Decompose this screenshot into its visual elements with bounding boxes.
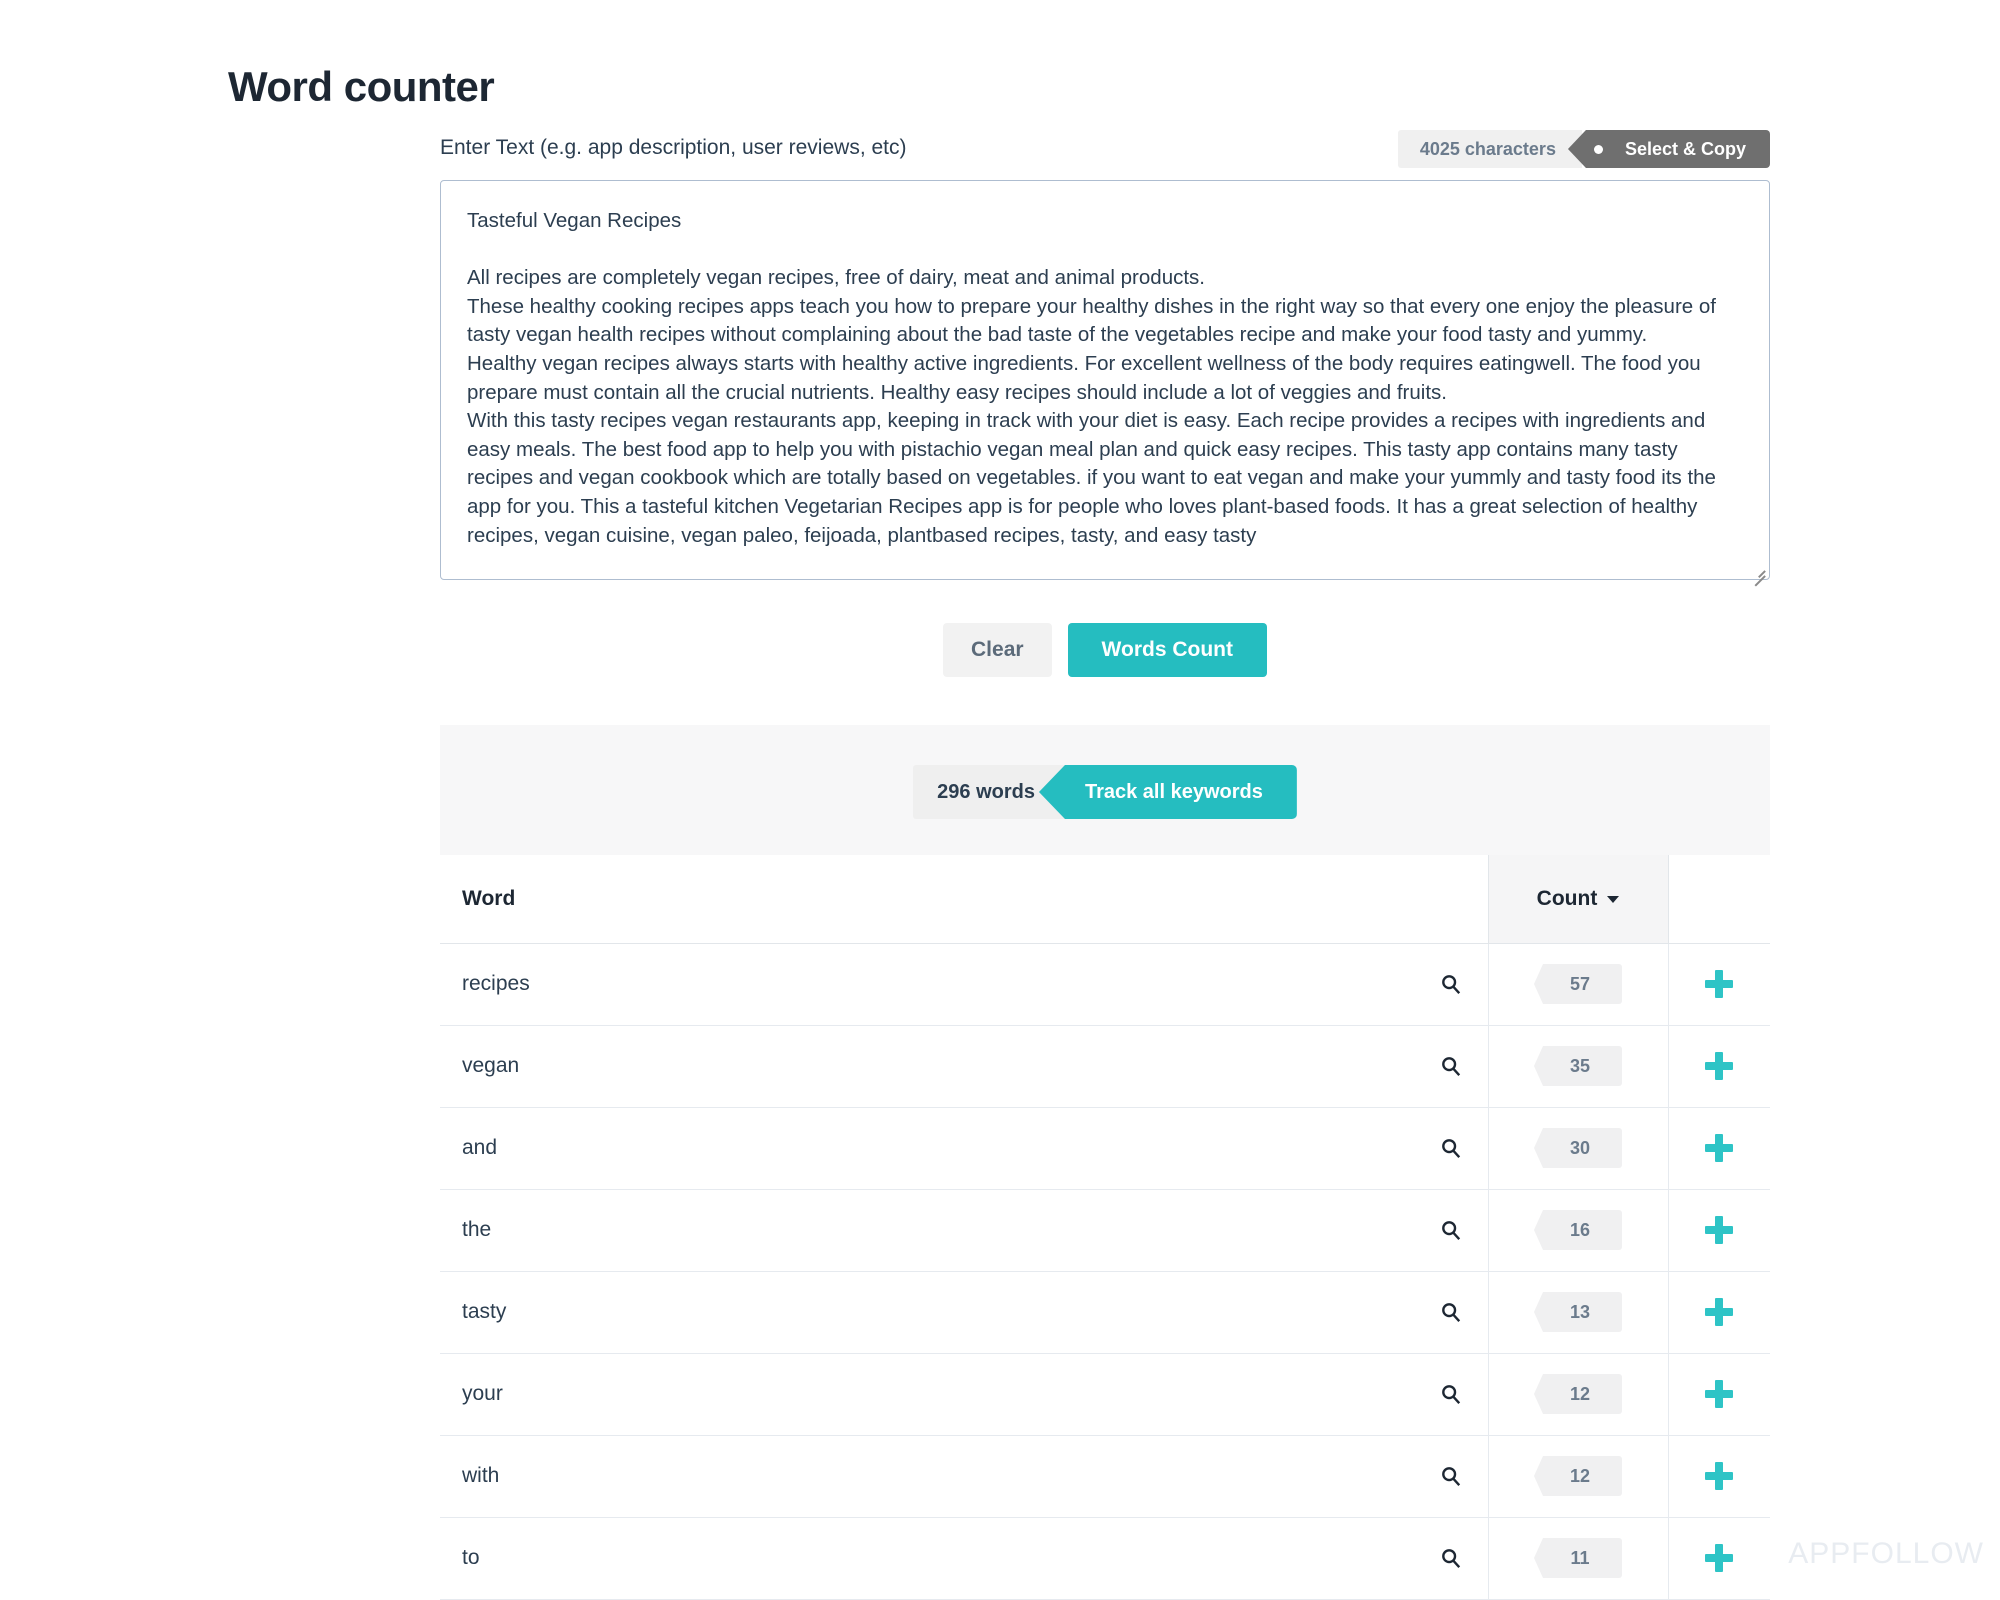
count-badge: 16: [1534, 1210, 1622, 1250]
word-text: tasty: [462, 1300, 507, 1323]
copy-control-group: 4025 characters Select & Copy: [1397, 130, 1770, 168]
word-cell: with: [440, 1435, 1488, 1518]
table-row: with 12: [440, 1435, 1770, 1518]
table-header-row: Word Count: [440, 855, 1770, 944]
select-and-copy-label: Select & Copy: [1624, 138, 1746, 159]
word-text: vegan: [462, 1054, 520, 1077]
plus-icon[interactable]: [1705, 970, 1733, 998]
plus-icon[interactable]: [1705, 1216, 1733, 1244]
count-badge: 12: [1534, 1374, 1622, 1414]
count-cell: 12: [1487, 1435, 1669, 1518]
word-cell: vegan: [440, 1025, 1488, 1108]
column-header-add: [1668, 855, 1770, 944]
word-text: the: [462, 1218, 492, 1241]
word-text: to: [462, 1546, 480, 1569]
add-cell: [1668, 1189, 1770, 1272]
word-text: your: [462, 1382, 503, 1405]
table-row: to 11: [440, 1517, 1770, 1600]
plus-icon[interactable]: [1705, 1134, 1733, 1162]
add-cell: [1668, 943, 1770, 1026]
input-header-row: Enter Text (e.g. app description, user r…: [440, 130, 1770, 174]
count-cell: 57: [1487, 943, 1669, 1026]
bullet-dot-icon: [1593, 144, 1603, 154]
search-icon[interactable]: [1440, 1055, 1462, 1077]
word-counter-tool: Enter Text (e.g. app description, user r…: [440, 130, 1770, 1600]
add-cell: [1668, 1353, 1770, 1436]
search-icon[interactable]: [1440, 1465, 1462, 1487]
add-cell: [1668, 1107, 1770, 1190]
table-row: your 12: [440, 1353, 1770, 1436]
word-cell: to: [440, 1517, 1488, 1600]
word-text: with: [462, 1464, 500, 1487]
column-header-count[interactable]: Count: [1487, 855, 1669, 944]
table-row: recipes 57: [440, 943, 1770, 1026]
count-badge: 11: [1534, 1538, 1622, 1578]
add-cell: [1668, 1517, 1770, 1600]
table-header: Word Count: [440, 855, 1770, 944]
table-body: recipes 57 vegan 35 and 30 the 16 tasty 13 your 12 w…: [440, 943, 1770, 1600]
word-cell: your: [440, 1353, 1488, 1436]
word-text: and: [462, 1136, 498, 1159]
add-cell: [1668, 1271, 1770, 1354]
word-frequency-table: Word Count recipes 57 vegan 35 and 30 the 16 tas…: [440, 855, 1770, 1600]
count-badge: 12: [1534, 1456, 1622, 1496]
count-cell: 16: [1487, 1189, 1669, 1272]
count-cell: 13: [1487, 1271, 1669, 1354]
plus-icon[interactable]: [1705, 1544, 1733, 1572]
table-row: tasty 13: [440, 1271, 1770, 1354]
count-cell: 30: [1487, 1107, 1669, 1190]
column-header-count-label: Count: [1536, 886, 1598, 910]
plus-icon[interactable]: [1705, 1052, 1733, 1080]
track-all-keywords-button[interactable]: Track all keywords: [1038, 765, 1297, 819]
plus-icon[interactable]: [1705, 1298, 1733, 1326]
plus-icon[interactable]: [1705, 1380, 1733, 1408]
character-count-badge: 4025 characters: [1397, 130, 1582, 168]
table-row: vegan 35: [440, 1025, 1770, 1108]
word-cell: the: [440, 1189, 1488, 1272]
count-cell: 12: [1487, 1353, 1669, 1436]
word-cell: recipes: [440, 943, 1488, 1026]
count-badge: 57: [1534, 964, 1622, 1004]
text-input[interactable]: [440, 180, 1770, 580]
clear-button[interactable]: Clear: [943, 623, 1052, 677]
column-header-word: Word: [440, 855, 1488, 944]
count-cell: 11: [1487, 1517, 1669, 1600]
word-cell: and: [440, 1107, 1488, 1190]
results-summary-panel: 296 words Track all keywords: [440, 725, 1770, 855]
table-row: the 16: [440, 1189, 1770, 1272]
plus-icon[interactable]: [1705, 1462, 1733, 1490]
text-input-wrapper: [440, 180, 1770, 587]
search-icon[interactable]: [1440, 1383, 1462, 1405]
search-icon[interactable]: [1440, 1219, 1462, 1241]
chevron-down-icon: [1607, 895, 1620, 903]
page-title: Word counter: [228, 63, 495, 111]
appfollow-watermark: APPFOLLOW: [1788, 1537, 1984, 1570]
add-cell: [1668, 1435, 1770, 1518]
search-icon[interactable]: [1440, 1301, 1462, 1323]
word-text: recipes: [462, 972, 530, 995]
words-count-button[interactable]: Words Count: [1067, 623, 1267, 677]
input-label: Enter Text (e.g. app description, user r…: [440, 136, 907, 159]
action-buttons: Clear Words Count: [440, 623, 1770, 677]
add-cell: [1668, 1025, 1770, 1108]
track-control-group: 296 words Track all keywords: [913, 765, 1297, 819]
count-cell: 35: [1487, 1025, 1669, 1108]
search-icon[interactable]: [1440, 1547, 1462, 1569]
count-badge: 13: [1534, 1292, 1622, 1332]
count-badge: 35: [1534, 1046, 1622, 1086]
select-and-copy-button[interactable]: Select & Copy: [1567, 130, 1770, 168]
count-badge: 30: [1534, 1128, 1622, 1168]
table-row: and 30: [440, 1107, 1770, 1190]
search-icon[interactable]: [1440, 973, 1462, 995]
search-icon[interactable]: [1440, 1137, 1462, 1159]
word-cell: tasty: [440, 1271, 1488, 1354]
